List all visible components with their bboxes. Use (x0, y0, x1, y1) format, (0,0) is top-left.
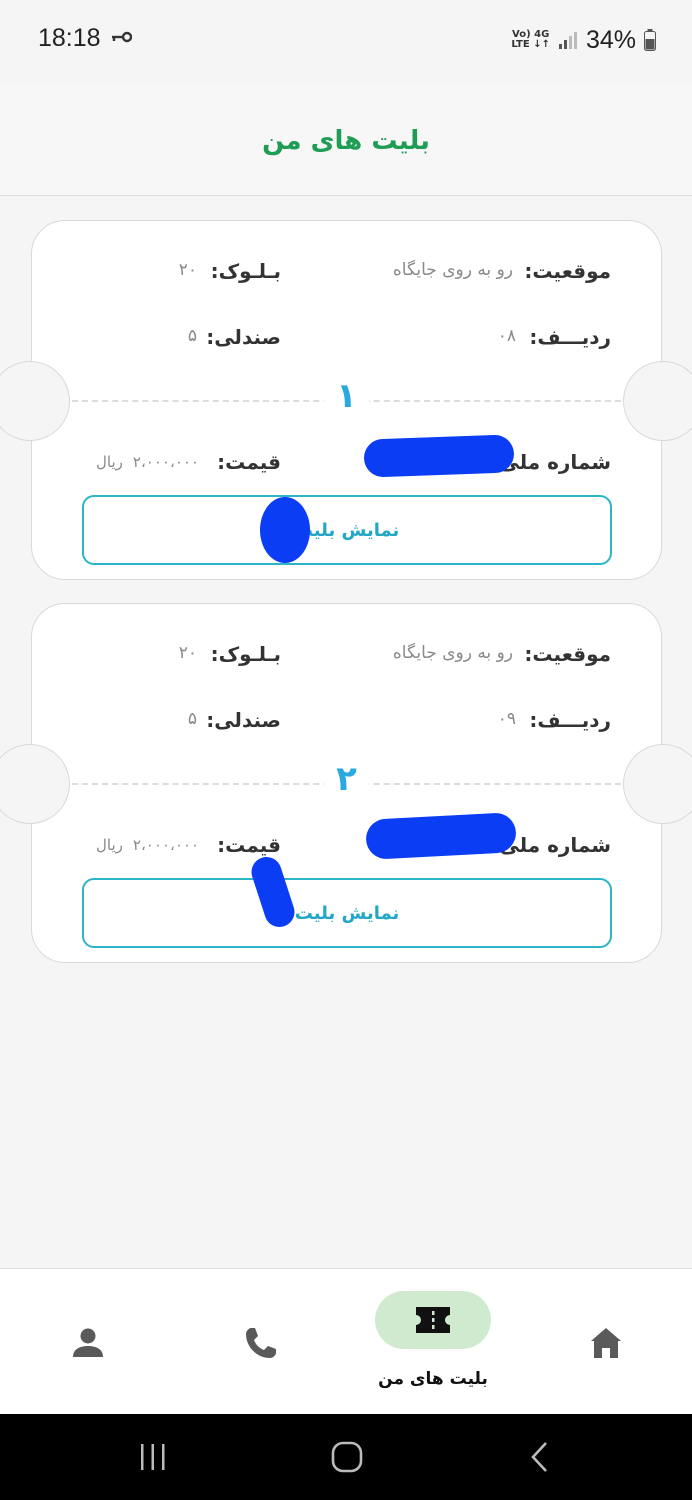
price-value: ۲،۰۰۰،۰۰۰ریال (96, 836, 199, 854)
phone-icon (246, 1328, 276, 1358)
home-button-icon[interactable] (330, 1440, 364, 1474)
profile-icon (73, 1328, 103, 1357)
price-value: ۲،۰۰۰،۰۰۰ریال (96, 453, 199, 471)
seat-label: صندلی: (206, 708, 281, 732)
national-id-label: شماره ملی (499, 833, 611, 857)
battery-icon (644, 29, 656, 51)
bottom-navigation: بلیت های من (0, 1268, 692, 1414)
seat-label: صندلی: (206, 325, 281, 349)
row-value: ۰۹ (497, 709, 516, 729)
ticket-number: ۱ (32, 376, 661, 416)
key-icon (112, 31, 132, 43)
system-navigation-bar (0, 1414, 692, 1500)
redaction-mark (363, 434, 515, 478)
location-label: موقعیت: (524, 259, 611, 283)
battery-percent: 34% (585, 25, 636, 54)
location-value: رو به روی جایگاه (392, 260, 513, 280)
nav-contact[interactable] (215, 1269, 305, 1415)
nav-active-pill (375, 1291, 491, 1349)
block-label: بـلـوک: (210, 259, 281, 283)
nav-my-tickets-label: بلیت های من (378, 1369, 488, 1389)
block-value: ۲۰ (178, 643, 197, 663)
seat-value: ۵ (187, 326, 197, 346)
ticket-card: ۱ موقعیت: رو به روی جایگاه بـلـوک: ۲۰ رد… (0, 220, 692, 580)
row-label: ردیـــف: (529, 708, 611, 732)
row-value: ۰۸ (497, 326, 516, 346)
signal-icon (558, 32, 577, 49)
ticket-card: ۲ موقعیت: رو به روی جایگاه بـلـوک: ۲۰ رد… (0, 603, 692, 963)
nav-home[interactable] (560, 1269, 650, 1415)
app-header: بلیت های من (0, 82, 692, 196)
nav-my-tickets[interactable]: بلیت های من (370, 1269, 496, 1415)
back-icon[interactable] (528, 1440, 552, 1474)
block-value: ۲۰ (178, 260, 197, 280)
location-value: رو به روی جایگاه (392, 643, 513, 663)
seat-value: ۵ (187, 709, 197, 729)
currency: ریال (96, 836, 123, 854)
currency: ریال (96, 453, 123, 471)
ticket-number: ۲ (32, 759, 661, 799)
recent-apps-icon[interactable] (138, 1440, 168, 1474)
page-title: بلیت های من (262, 126, 430, 156)
status-icons: Vo) 4G LTE ↓↑ 34% (511, 26, 656, 54)
national-id-label: شماره ملی (499, 450, 611, 474)
block-label: بـلـوک: (210, 642, 281, 666)
row-label: ردیـــف: (529, 325, 611, 349)
network-indicator: Vo) 4G LTE ↓↑ (511, 29, 550, 50)
location-label: موقعیت: (524, 642, 611, 666)
price-label: قیمت: (217, 450, 281, 474)
status-time: 18:18 (38, 24, 101, 52)
show-ticket-button[interactable]: نمایش بلیت (82, 495, 612, 565)
ticket-icon (416, 1307, 450, 1333)
nav-profile[interactable] (42, 1269, 132, 1415)
home-icon (591, 1328, 621, 1358)
redaction-mark (260, 497, 310, 563)
show-ticket-button[interactable]: نمایش بلیت (82, 878, 612, 948)
price-label: قیمت: (217, 833, 281, 857)
redaction-mark (365, 812, 517, 860)
status-bar: 18:18 Vo) 4G LTE ↓↑ 34% (0, 0, 692, 82)
